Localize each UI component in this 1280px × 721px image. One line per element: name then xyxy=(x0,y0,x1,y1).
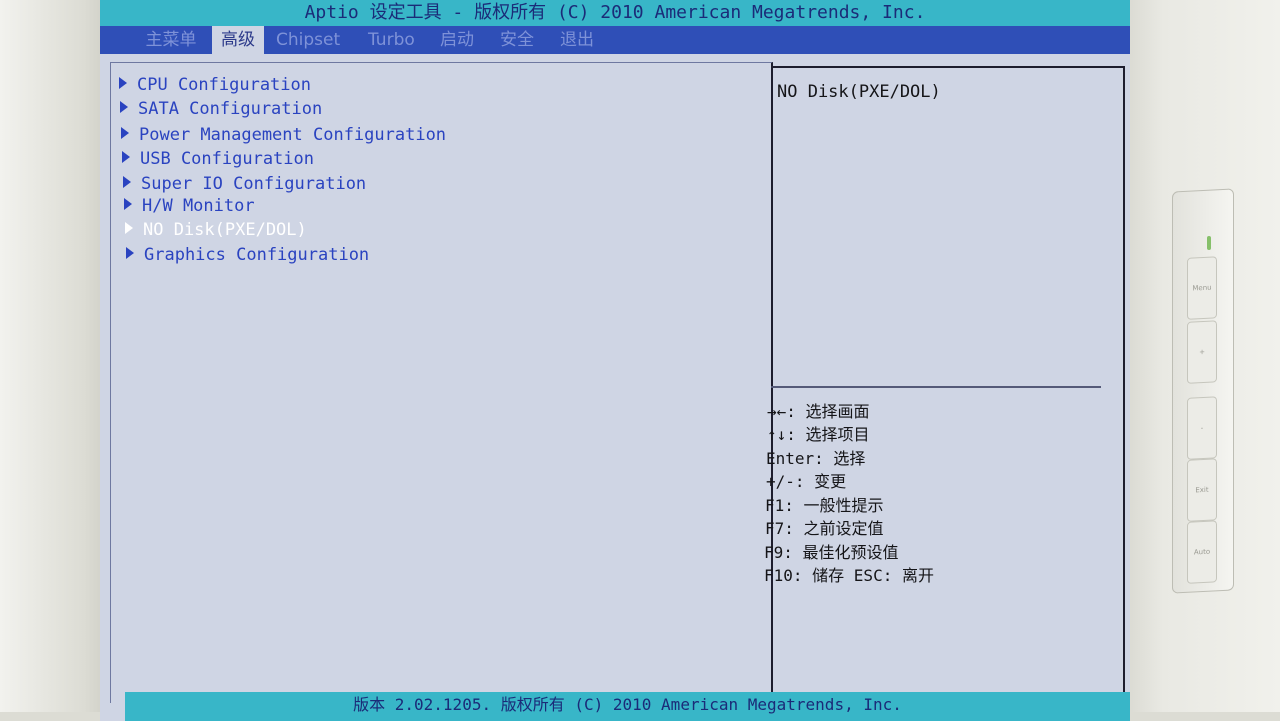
key-hint-f10-esc: F10: 储存 ESC: 离开 xyxy=(764,566,934,585)
tab-main[interactable]: 主菜单 xyxy=(138,26,204,54)
submenu-arrow-icon xyxy=(125,222,133,234)
key-hint-change: +/-: 变更 xyxy=(766,472,847,491)
submenu-arrow-icon xyxy=(121,127,129,139)
menu-item-super-io-configuration[interactable]: Super IO Configuration xyxy=(123,174,366,196)
footer-bar: 版本 2.02.1205. 版权所有 (C) 2010 American Meg… xyxy=(125,692,1130,721)
menu-item-no-disk-pxe-dol[interactable]: NO Disk(PXE/DOL) xyxy=(125,220,307,242)
menu-item-hw-monitor[interactable]: H/W Monitor xyxy=(124,196,255,218)
tab-advanced[interactable]: 高级 xyxy=(212,26,264,54)
monitor-button-panel: Menu + - Exit Auto xyxy=(1172,188,1234,594)
menu-bar: 主菜单 高级 Chipset Turbo 启动 安全 退出 xyxy=(100,26,1130,54)
key-hint-f9: F9: 最佳化预设值 xyxy=(764,543,899,562)
submenu-arrow-icon xyxy=(119,77,127,89)
monitor-exit-button[interactable]: Exit xyxy=(1187,458,1217,522)
main-menu-pane: CPU Configuration SATA Configuration Pow… xyxy=(110,62,773,703)
help-description: NO Disk(PXE/DOL) xyxy=(777,82,941,102)
menu-item-power-management-configuration[interactable]: Power Management Configuration xyxy=(121,125,446,147)
submenu-arrow-icon xyxy=(124,198,132,210)
help-divider xyxy=(771,386,1101,388)
tab-exit[interactable]: 退出 xyxy=(560,26,604,54)
key-hint-f7: F7: 之前设定值 xyxy=(765,519,884,538)
tab-boot[interactable]: 启动 xyxy=(440,26,484,54)
submenu-arrow-icon xyxy=(120,101,128,113)
menu-item-graphics-configuration[interactable]: Graphics Configuration xyxy=(126,245,369,267)
menu-item-usb-configuration[interactable]: USB Configuration xyxy=(122,149,314,171)
menu-item-sata-configuration[interactable]: SATA Configuration xyxy=(120,99,322,121)
key-hint-select-screen: →←: 选择画面 xyxy=(767,402,870,421)
tab-turbo[interactable]: Turbo xyxy=(368,26,426,54)
monitor-auto-button[interactable]: Auto xyxy=(1187,520,1217,584)
monitor-minus-button[interactable]: - xyxy=(1187,396,1217,460)
monitor-plus-button[interactable]: + xyxy=(1187,320,1217,384)
submenu-arrow-icon xyxy=(122,151,130,163)
bios-screen: Aptio 设定工具 - 版权所有 (C) 2010 American Mega… xyxy=(100,0,1130,721)
menu-item-cpu-configuration[interactable]: CPU Configuration xyxy=(119,75,311,97)
tab-chipset[interactable]: Chipset xyxy=(276,26,354,54)
submenu-arrow-icon xyxy=(123,176,131,188)
key-hint-select-item: ↑↓: 选择项目 xyxy=(767,425,870,444)
submenu-arrow-icon xyxy=(126,247,134,259)
key-hint-f1: F1: 一般性提示 xyxy=(765,496,884,515)
power-led-icon xyxy=(1207,236,1211,250)
key-hint-enter: Enter: 选择 xyxy=(766,449,866,468)
tab-security[interactable]: 安全 xyxy=(500,26,544,54)
help-pane: NO Disk(PXE/DOL) →←: 选择画面 ↑↓: 选择项目 Enter… xyxy=(764,66,1125,715)
bios-title: Aptio 设定工具 - 版权所有 (C) 2010 American Mega… xyxy=(100,0,1130,26)
monitor-menu-button[interactable]: Menu xyxy=(1187,256,1217,320)
